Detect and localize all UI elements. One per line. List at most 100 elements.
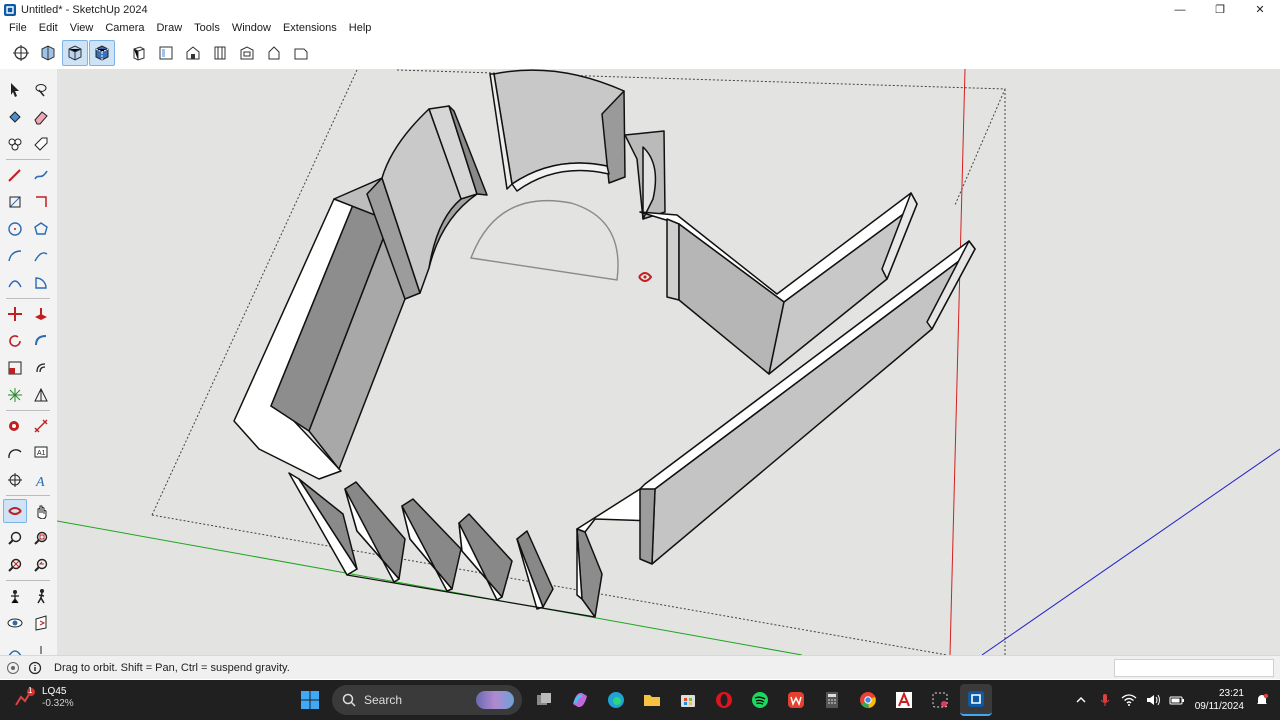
autocad-icon[interactable]	[888, 684, 920, 716]
dimension-icon[interactable]	[29, 414, 53, 438]
menu-tools[interactable]: Tools	[188, 19, 226, 37]
pan-icon[interactable]	[29, 499, 53, 523]
chevron-up-icon[interactable]	[1071, 690, 1091, 710]
three-point-arc-icon[interactable]	[3, 271, 27, 295]
protractor-icon[interactable]	[3, 441, 27, 465]
opera-icon[interactable]	[708, 684, 740, 716]
search-highlight-image	[476, 691, 514, 709]
orbit-icon[interactable]	[8, 40, 34, 66]
sketchup-taskbar-icon[interactable]	[960, 684, 992, 716]
arc-icon[interactable]	[3, 244, 27, 268]
iso-view-icon[interactable]	[126, 40, 152, 66]
menu-file[interactable]: File	[3, 19, 33, 37]
copilot-icon[interactable]	[564, 684, 596, 716]
measurements-box[interactable]	[1114, 659, 1274, 677]
zoom-icon[interactable]	[3, 526, 27, 550]
tag-icon[interactable]	[29, 132, 53, 156]
push-pull-icon[interactable]	[29, 302, 53, 326]
front-view-icon[interactable]	[180, 40, 206, 66]
orbit-cursor-icon	[638, 272, 653, 282]
volume-icon[interactable]	[1143, 690, 1163, 710]
pie-icon[interactable]	[29, 271, 53, 295]
task-view-icon[interactable]	[528, 684, 560, 716]
axes-icon[interactable]	[3, 468, 27, 492]
3d-text-icon[interactable]: A	[29, 468, 53, 492]
paint-bucket-icon[interactable]	[3, 105, 27, 129]
offset-icon[interactable]	[29, 356, 53, 380]
rectangle-icon[interactable]	[3, 190, 27, 214]
lasso-select-icon[interactable]	[29, 78, 53, 102]
battery-icon[interactable]	[1167, 690, 1187, 710]
follow-me-icon[interactable]	[29, 329, 53, 353]
back-view-icon[interactable]	[234, 40, 260, 66]
zoom-extents-icon[interactable]	[35, 40, 61, 66]
notification-bell-icon[interactable]	[1252, 690, 1272, 710]
two-point-arc-icon[interactable]	[29, 244, 53, 268]
look-around-icon[interactable]	[3, 611, 27, 635]
info-icon[interactable]	[26, 659, 44, 677]
position-camera-icon[interactable]	[3, 584, 27, 608]
left-view-icon[interactable]	[261, 40, 287, 66]
top-view-icon[interactable]	[153, 40, 179, 66]
store-icon[interactable]	[672, 684, 704, 716]
previous-view-icon[interactable]	[29, 553, 53, 577]
window-title: Untitled* - SketchUp 2024	[21, 3, 148, 16]
edge-icon[interactable]	[600, 684, 632, 716]
polygon-icon[interactable]	[29, 217, 53, 241]
restore-button[interactable]: ❐	[1200, 0, 1240, 19]
clock-time: 23:21	[1218, 688, 1244, 699]
calculator-icon[interactable]	[816, 684, 848, 716]
minimize-button[interactable]: —	[1160, 0, 1200, 19]
taskbar: 1 LQ45 -0.32% Search 23:21 09/11/2024	[0, 680, 1280, 720]
stock-widget[interactable]: 1 LQ45 -0.32%	[14, 686, 74, 710]
eraser-icon[interactable]	[29, 105, 53, 129]
search-placeholder: Search	[364, 693, 403, 707]
snipping-tool-icon[interactable]	[924, 684, 956, 716]
file-explorer-icon[interactable]	[636, 684, 668, 716]
model-drawing	[57, 69, 1280, 655]
bottom-view-icon[interactable]	[288, 40, 314, 66]
stock-name: LQ45	[42, 686, 67, 697]
orbit-tool-icon[interactable]	[3, 499, 27, 523]
zoom-extents-tool-icon[interactable]	[3, 553, 27, 577]
freehand-icon[interactable]	[29, 163, 53, 187]
zoom-window-icon[interactable]	[29, 526, 53, 550]
walk-icon[interactable]	[29, 584, 53, 608]
tape-measure-icon[interactable]	[3, 414, 27, 438]
menu-help[interactable]: Help	[343, 19, 378, 37]
status-hint: Drag to orbit. Shift = Pan, Ctrl = suspe…	[54, 661, 290, 674]
components-icon[interactable]	[3, 132, 27, 156]
menu-extensions[interactable]: Extensions	[277, 19, 343, 37]
views-toolbar	[0, 37, 1280, 69]
flip-icon[interactable]	[29, 383, 53, 407]
menu-view[interactable]: View	[64, 19, 100, 37]
chrome-icon[interactable]	[852, 684, 884, 716]
clock[interactable]: 23:21 09/11/2024	[1195, 687, 1244, 713]
menu-window[interactable]: Window	[226, 19, 277, 37]
section-plane-icon[interactable]	[29, 611, 53, 635]
pencil-line-icon[interactable]	[3, 163, 27, 187]
circle-icon[interactable]	[3, 217, 27, 241]
wps-icon[interactable]	[780, 684, 812, 716]
menu-edit[interactable]: Edit	[33, 19, 64, 37]
back-edges-icon[interactable]	[89, 40, 115, 66]
rotated-rectangle-icon[interactable]	[29, 190, 53, 214]
scale-icon[interactable]	[3, 356, 27, 380]
menu-draw[interactable]: Draw	[150, 19, 188, 37]
close-button[interactable]: ✕	[1240, 0, 1280, 19]
move-icon[interactable]	[3, 302, 27, 326]
select-icon[interactable]	[3, 78, 27, 102]
wifi-icon[interactable]	[1119, 690, 1139, 710]
rotate-icon[interactable]	[3, 329, 27, 353]
menu-camera[interactable]: Camera	[99, 19, 150, 37]
spotify-icon[interactable]	[744, 684, 776, 716]
geo-location-icon[interactable]	[4, 659, 22, 677]
model-viewport[interactable]	[57, 69, 1280, 655]
taskbar-search[interactable]: Search	[332, 685, 522, 715]
text-icon[interactable]: A1	[29, 441, 53, 465]
solid-tools-icon[interactable]	[3, 383, 27, 407]
microphone-icon[interactable]	[1095, 690, 1115, 710]
start-button[interactable]	[294, 684, 326, 716]
right-view-icon[interactable]	[207, 40, 233, 66]
x-ray-icon[interactable]	[62, 40, 88, 66]
